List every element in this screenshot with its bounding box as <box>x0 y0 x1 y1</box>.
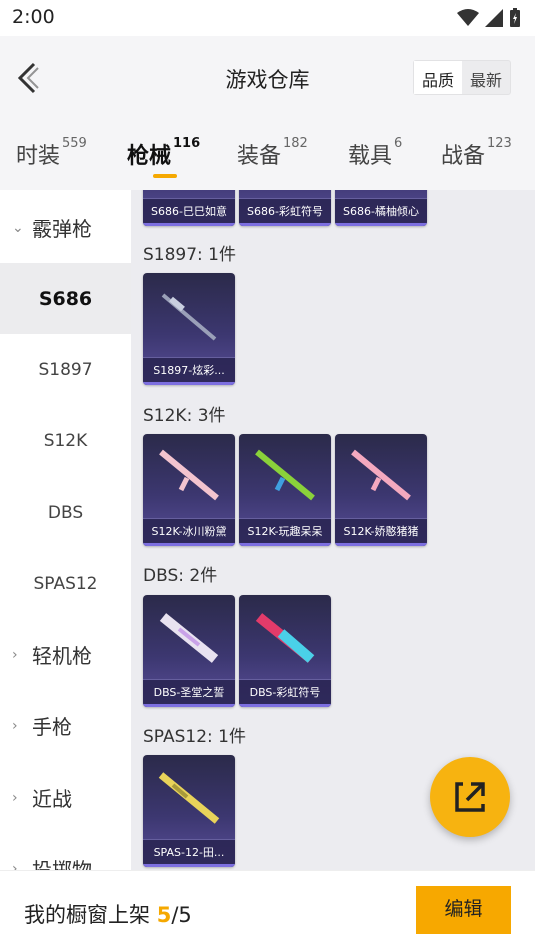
sidebar-item-spas12[interactable]: SPAS12 <box>0 548 131 619</box>
tab-count: 123 <box>487 136 512 151</box>
sidebar-item-s1897[interactable]: S1897 <box>0 334 131 405</box>
battery-icon <box>510 8 520 27</box>
tab-label: 时装 <box>16 144 61 169</box>
skin-card[interactable]: S12K-娇憨猪猪 <box>335 434 427 546</box>
skin-card-label: S686-彩虹符号 <box>239 198 331 226</box>
share-icon <box>455 782 485 812</box>
tab-guns[interactable]: 枪械116 <box>127 136 201 170</box>
showcase-total-count: /5 <box>171 903 192 927</box>
skin-card-label: S686-巳巳如意 <box>143 198 235 226</box>
sidebar-group-melee[interactable]: › 近战 <box>0 762 131 833</box>
rarity-bar <box>239 704 331 707</box>
chevron-right-icon: › <box>12 860 18 871</box>
tab-count: 182 <box>283 136 308 151</box>
sidebar-group-label: 投掷物 <box>32 858 92 870</box>
section-title-dbs: DBS: 2件 <box>143 566 218 586</box>
skin-card[interactable]: S686-橘柚倾心 <box>335 190 427 226</box>
skin-card-label: S1897-炫彩... <box>143 357 235 385</box>
edit-button[interactable]: 编辑 <box>416 886 511 934</box>
chevron-down-icon: ⌄ <box>12 219 24 236</box>
status-icons <box>457 8 521 28</box>
rarity-bar <box>143 704 235 707</box>
skin-card-label: S12K-玩趣呆呆 <box>239 518 331 546</box>
skin-card-label: S12K-娇憨猪猪 <box>335 518 427 546</box>
rarity-bar <box>335 223 427 226</box>
skin-card[interactable]: SPAS-12-田... <box>143 755 235 867</box>
header: 游戏仓库 品质 最新 <box>0 36 535 120</box>
tab-label: 装备 <box>237 144 282 169</box>
showcase-label: 我的橱窗上架 <box>24 903 157 927</box>
sidebar-item-s686[interactable]: S686 <box>0 263 131 334</box>
status-bar: 2:00 <box>0 0 535 36</box>
rarity-bar <box>335 543 427 546</box>
sidebar-item-dbs[interactable]: DBS <box>0 477 131 548</box>
shotgun-icon <box>255 613 315 663</box>
signal-icon <box>485 9 503 27</box>
tab-label: 载具 <box>348 144 393 169</box>
skin-card[interactable]: DBS-圣堂之誓 <box>143 595 235 707</box>
rarity-bar <box>239 543 331 546</box>
bottom-bar: 我的橱窗上架 5/5 编辑 <box>0 870 535 951</box>
share-button[interactable] <box>430 757 510 837</box>
tab-vehicles[interactable]: 载具6 <box>348 136 403 170</box>
shotgun-icon <box>161 293 217 341</box>
sidebar-group-lmg[interactable]: › 轻机枪 <box>0 619 131 690</box>
skin-card-label: DBS-彩虹符号 <box>239 679 331 707</box>
skin-card[interactable]: S686-巳巳如意 <box>143 190 235 226</box>
rifle-icon <box>159 449 219 501</box>
tab-supplies[interactable]: 战备123 <box>441 136 512 170</box>
section-title-spas12: SPAS12: 1件 <box>143 727 246 747</box>
sidebar-group-label: 轻机枪 <box>32 644 92 668</box>
skin-card[interactable]: S686-彩虹符号 <box>239 190 331 226</box>
sidebar-group-label: 手枪 <box>32 715 72 739</box>
tab-count: 6 <box>394 136 403 151</box>
tab-label: 战备 <box>441 144 486 169</box>
skin-card-label: S686-橘柚倾心 <box>335 198 427 226</box>
wifi-icon <box>457 9 479 26</box>
sidebar-group-throwables[interactable]: › 投掷物 <box>0 833 131 870</box>
rarity-bar <box>143 543 235 546</box>
rifle-icon <box>255 449 315 501</box>
shotgun-icon <box>159 613 219 663</box>
chevron-right-icon: › <box>12 646 18 663</box>
sort-toggle: 品质 最新 <box>412 60 511 95</box>
skin-card-label: SPAS-12-田... <box>143 839 235 867</box>
sort-quality-button[interactable]: 品质 <box>413 61 462 94</box>
skin-card[interactable]: S12K-冰川粉黛 <box>143 434 235 546</box>
showcase-current-count: 5 <box>156 903 172 927</box>
tab-label: 枪械 <box>127 144 172 169</box>
skin-card[interactable]: DBS-彩虹符号 <box>239 595 331 707</box>
sidebar: ⌄ 霰弹枪 S686 S1897 S12K DBS SPAS12 › 轻机枪 ›… <box>0 190 131 870</box>
category-tabs: 时装559 枪械116 装备182 载具6 战备123 <box>0 120 535 190</box>
skin-card-label: S12K-冰川粉黛 <box>143 518 235 546</box>
section-title-s1897: S1897: 1件 <box>143 245 237 265</box>
sidebar-item-s12k[interactable]: S12K <box>0 405 131 476</box>
tab-equipment[interactable]: 装备182 <box>237 136 308 170</box>
rarity-bar <box>143 382 235 385</box>
tab-fashion[interactable]: 时装559 <box>16 136 87 170</box>
tab-count: 559 <box>62 136 87 151</box>
tab-count: 116 <box>173 136 201 151</box>
chevron-right-icon: › <box>12 717 18 734</box>
skin-card[interactable]: S12K-玩趣呆呆 <box>239 434 331 546</box>
rarity-bar <box>143 864 235 867</box>
sidebar-group-shotgun[interactable]: ⌄ 霰弹枪 <box>0 192 131 263</box>
active-tab-indicator <box>153 174 177 178</box>
sidebar-group-pistol[interactable]: › 手枪 <box>0 690 131 761</box>
section-title-s12k: S12K: 3件 <box>143 406 226 426</box>
skin-card[interactable]: S1897-炫彩... <box>143 273 235 385</box>
rifle-icon <box>351 449 411 501</box>
sort-latest-button[interactable]: 最新 <box>462 61 510 94</box>
skin-card-label: DBS-圣堂之誓 <box>143 679 235 707</box>
sidebar-group-label: 霰弹枪 <box>32 217 92 241</box>
rarity-bar <box>143 223 235 226</box>
status-time: 2:00 <box>12 6 55 28</box>
rarity-bar <box>239 223 331 226</box>
chevron-right-icon: › <box>12 789 18 806</box>
sidebar-group-label: 近战 <box>32 787 72 811</box>
showcase-status: 我的橱窗上架 5/5 <box>24 899 192 929</box>
shotgun-icon <box>158 772 220 824</box>
